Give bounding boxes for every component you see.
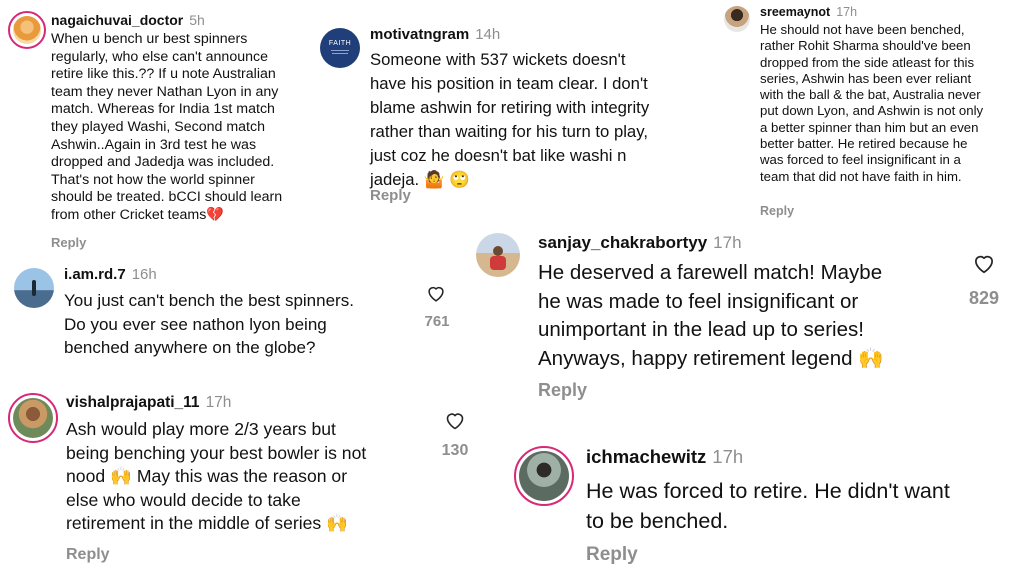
comment-line: nood 🙌 May this was the reason or xyxy=(66,466,348,486)
username[interactable]: vishalprajapati_11 xyxy=(66,394,200,411)
comment-text: Someone with 537 wickets doesn't have hi… xyxy=(370,48,649,192)
username[interactable]: i.am.rd.7 xyxy=(64,266,126,283)
avatar[interactable] xyxy=(8,393,58,443)
comment-line: he was made to feel insignificant or xyxy=(538,289,859,313)
comment-line: He was forced to retire. He didn't want xyxy=(586,479,950,503)
username[interactable]: ichmachewitz xyxy=(586,446,706,467)
avatar[interactable] xyxy=(14,268,54,308)
comment-line: being benching your best bowler is not xyxy=(66,442,367,463)
avatar[interactable] xyxy=(724,6,750,32)
like-count: 829 xyxy=(968,288,1000,308)
reply-button[interactable]: Reply xyxy=(51,235,86,250)
username[interactable]: sanjay_chakrabortyy xyxy=(538,233,707,252)
timestamp: 5h xyxy=(189,12,205,28)
comment-line: retire like this.?? If u note Australian xyxy=(51,66,276,83)
timestamp: 17h xyxy=(836,5,858,19)
timestamp: 17h xyxy=(205,394,232,411)
timestamp: 17h xyxy=(712,446,744,467)
timestamp: 16h xyxy=(131,266,157,283)
heart-outline-icon[interactable] xyxy=(443,408,467,432)
reply-button[interactable]: Reply xyxy=(760,204,794,218)
comment-line: was forced to feel insignificant in a xyxy=(760,152,961,168)
reply-button[interactable]: Reply xyxy=(538,380,587,401)
comment-line: they played Washi, Second match xyxy=(51,118,265,135)
comment-line: series, Ashwin has been ever reliant xyxy=(760,70,972,86)
comment-line: dropped from the side atleast for this xyxy=(760,54,975,70)
comment-line: match. Whereas for India 1st match xyxy=(51,101,275,118)
comment-line: have his position in team clear. I don't xyxy=(370,74,648,93)
avatar[interactable] xyxy=(8,11,46,49)
comment-line: jadeja. 🤷 🙄 xyxy=(370,170,471,189)
comment-line: Ash would play more 2/3 years but xyxy=(66,419,336,439)
comment-line: You just can't bench the best spinners. xyxy=(64,291,354,310)
comment-text: Ash would play more 2/3 years but being … xyxy=(66,418,366,536)
avatar[interactable] xyxy=(476,233,520,277)
comment-line: with the ball & the bat, Australia never xyxy=(760,87,981,103)
comment-line: rather than waiting for his turn to play… xyxy=(370,122,648,141)
comment-line: Do you ever see nathon lyon being xyxy=(64,314,327,334)
comment-line: Ashwin..Again in 3rd test he was xyxy=(51,136,257,153)
comment-line: should be treated. bCCI should learn xyxy=(51,189,283,206)
comment-line: team that did not have faith in him. xyxy=(760,168,962,184)
comment-line: unimportant in the lead up to series! xyxy=(538,318,864,341)
comment-line: better batter. He retired because he xyxy=(760,136,968,152)
comment-line: rather Rohit Sharma should've been xyxy=(760,38,971,54)
timestamp: 17h xyxy=(713,233,742,252)
username[interactable]: motivatngram xyxy=(370,26,469,43)
comment-line: dropped and Jadedja was included. xyxy=(51,154,275,171)
comment-line: Someone with 537 wickets doesn't xyxy=(370,50,626,69)
reply-button[interactable]: Reply xyxy=(586,544,638,566)
comment-line: to be benched. xyxy=(586,509,729,533)
comment-line: just coz he doesn't bat like washi n xyxy=(370,146,627,165)
comment-line: benched anywhere on the globe? xyxy=(64,338,316,357)
like-count: 130 xyxy=(441,442,469,459)
comment-line: regularly, who else can't announce xyxy=(51,48,268,65)
comment-line: When u bench ur best spinners xyxy=(51,31,248,47)
comment-line: That's not how the world spinner xyxy=(51,171,255,188)
comment-text: He should not have been benched, rather … xyxy=(760,22,983,185)
username[interactable]: sreemaynot xyxy=(760,5,830,19)
like-count: 761 xyxy=(424,313,450,330)
heart-outline-icon[interactable] xyxy=(425,282,447,304)
reply-button[interactable]: Reply xyxy=(66,546,110,564)
comment-line: He should not have been benched, xyxy=(760,22,965,37)
comment-text: He deserved a farewell match! Maybe he w… xyxy=(538,259,884,373)
comment-line: a better spinner than him but an even xyxy=(760,119,979,135)
comment-line: from other Cricket teams💔 xyxy=(51,206,224,223)
comment-text: He was forced to retire. He didn't want … xyxy=(586,476,950,536)
heart-outline-icon[interactable] xyxy=(971,250,997,276)
avatar-label: FAITH xyxy=(328,40,352,47)
comment-line: put down Lyon, and Ashwin is not only xyxy=(760,103,984,119)
reply-button[interactable]: Reply xyxy=(370,187,411,204)
comment-line: blame ashwin for retiring with integrity xyxy=(370,98,650,117)
comment-line: else who would decide to take xyxy=(66,489,301,510)
comment-line: Anyways, happy retirement legend 🙌 xyxy=(538,346,884,370)
comment-line: He deserved a farewell match! Maybe xyxy=(538,261,883,284)
comment-text: When u bench ur best spinners regularly,… xyxy=(51,31,282,225)
username[interactable]: nagaichuvai_doctor xyxy=(51,12,183,28)
comment-text: You just can't bench the best spinners. … xyxy=(64,289,354,360)
comment-line: team they never Nathan Lyon in any xyxy=(51,83,279,100)
avatar[interactable]: FAITH xyxy=(320,28,360,68)
comment-line: retirement in the middle of series 🙌 xyxy=(66,513,349,533)
timestamp: 14h xyxy=(475,26,501,43)
avatar[interactable] xyxy=(514,446,574,506)
